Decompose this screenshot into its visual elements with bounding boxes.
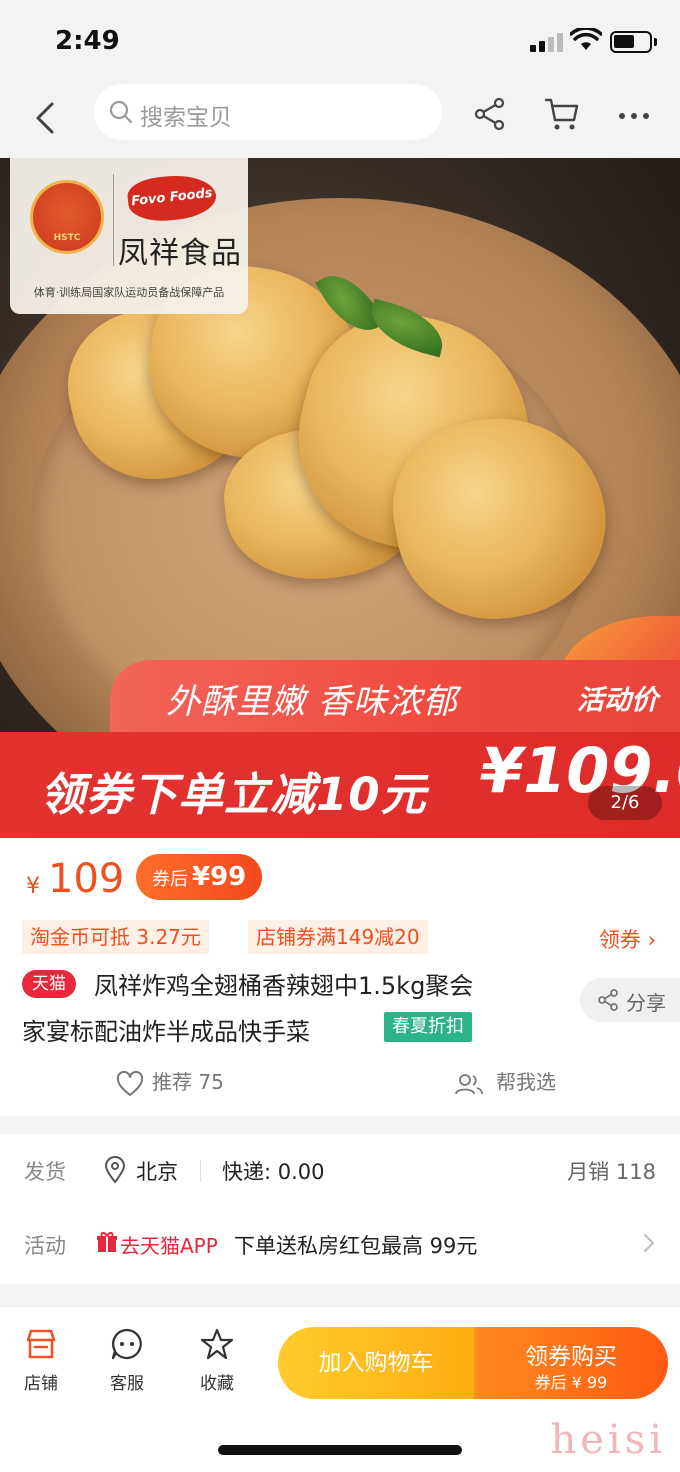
home-indicator[interactable] bbox=[218, 1445, 462, 1455]
brand-emblem-logo: HSTC bbox=[30, 180, 104, 254]
heart-icon bbox=[116, 1070, 144, 1096]
wifi-icon bbox=[570, 28, 602, 50]
brand-name: 凤祥食品 bbox=[118, 236, 242, 271]
store-coupon-tag[interactable]: 店铺券满149减20 bbox=[248, 920, 428, 954]
product-info: ¥ 109 券后 ¥99 淘金币可抵 3.27元 店铺券满149减20 领券 › … bbox=[0, 838, 680, 1116]
share-button[interactable]: 分享 bbox=[580, 978, 680, 1022]
watermark: heisi bbox=[550, 1417, 666, 1463]
product-image-carousel[interactable]: HSTC Fovo Foods 凤祥食品 体育·训练局国家队运动员备战保障产品 … bbox=[0, 158, 680, 838]
shop-icon bbox=[26, 1329, 56, 1359]
price-value: 109 bbox=[48, 856, 125, 902]
brand-badge: HSTC Fovo Foods 凤祥食品 体育·训练局国家队运动员备战保障产品 bbox=[10, 158, 248, 314]
chevron-right-icon bbox=[644, 1234, 655, 1252]
monthly-sales: 月销 118 bbox=[567, 1160, 656, 1184]
product-title-line1: 凤祥炸鸡全翅桶香辣翅中1.5kg聚会 bbox=[94, 972, 474, 1000]
search-placeholder: 搜索宝贝 bbox=[140, 105, 232, 131]
after-coupon-label: 券后 bbox=[152, 869, 188, 890]
service-chat-icon bbox=[111, 1328, 142, 1360]
share-icon bbox=[598, 989, 618, 1011]
share-icon[interactable] bbox=[472, 96, 508, 132]
go-tmall-app-link: 去天猫APP bbox=[120, 1234, 218, 1258]
promo-banner-bottom: 领券下单立减10元 ¥109.0 bbox=[0, 732, 680, 838]
buy-button-label: 领券购买 bbox=[525, 1344, 617, 1370]
shipping-section: 发货 北京 快递: 0.00 月销 118 活动 去天猫APP 下单送私房红包最… bbox=[0, 1134, 680, 1284]
promo-coupon-text: 领券下单立减10元 bbox=[40, 768, 427, 821]
get-coupon-link[interactable]: 领券 › bbox=[599, 924, 656, 954]
tab-favorite[interactable]: 收藏 bbox=[182, 1327, 252, 1394]
tab-customer-service[interactable]: 客服 bbox=[92, 1327, 162, 1394]
price-currency: ¥ bbox=[26, 874, 40, 899]
people-icon bbox=[455, 1073, 483, 1094]
search-input[interactable]: 搜索宝贝 bbox=[94, 84, 442, 140]
status-time: 2:49 bbox=[55, 26, 120, 56]
nav-bar: 搜索宝贝 bbox=[0, 84, 680, 158]
tmall-badge: 天猫 bbox=[22, 970, 76, 998]
share-label: 分享 bbox=[626, 991, 666, 1015]
spring-discount-badge: 春夏折扣 bbox=[384, 1012, 472, 1042]
tab-service-label: 客服 bbox=[110, 1374, 144, 1394]
battery-icon bbox=[610, 31, 657, 53]
star-icon bbox=[200, 1328, 234, 1360]
status-bar: 2:49 bbox=[0, 0, 680, 84]
taojinbi-tag[interactable]: 淘金币可抵 3.27元 bbox=[22, 920, 209, 954]
after-coupon-badge: 券后 ¥99 bbox=[136, 854, 263, 900]
promo-banner-top: 外酥里嫩 香味浓郁 活动价 bbox=[110, 660, 680, 732]
activity-price-label: 活动价 bbox=[577, 685, 658, 716]
ship-city: 北京 bbox=[136, 1160, 178, 1184]
activity-label: 活动 bbox=[24, 1234, 66, 1258]
activity-description: 下单送私房红包最高 99元 bbox=[234, 1234, 478, 1258]
back-icon[interactable] bbox=[30, 98, 62, 138]
location-pin-icon bbox=[104, 1156, 126, 1184]
promo-slogan: 外酥里嫩 香味浓郁 bbox=[166, 682, 458, 722]
buy-with-coupon-button[interactable]: 领券购买 券后 ¥ 99 bbox=[474, 1327, 668, 1399]
fovo-foods-logo: Fovo Foods bbox=[125, 171, 219, 225]
add-to-cart-button[interactable]: 加入购物车 bbox=[278, 1327, 474, 1399]
tab-favorite-label: 收藏 bbox=[200, 1374, 234, 1394]
cart-icon[interactable] bbox=[544, 96, 580, 132]
help-me-choose-label: 帮我选 bbox=[496, 1070, 556, 1094]
help-me-choose-button[interactable]: 帮我选 bbox=[454, 1066, 556, 1096]
recommend-button[interactable]: 推荐 75 bbox=[116, 1066, 224, 1097]
emblem-text: HSTC bbox=[53, 233, 81, 243]
signal-icon bbox=[530, 32, 564, 52]
search-icon bbox=[109, 100, 133, 124]
brand-tagline: 体育·训练局国家队运动员备战保障产品 bbox=[33, 286, 225, 299]
recommend-label: 推荐 75 bbox=[152, 1070, 224, 1094]
bottom-action-bar: 店铺 客服 收藏 加入购物车 领券购买 券后 ¥ 99 heisi bbox=[0, 1306, 680, 1472]
gift-icon bbox=[97, 1232, 117, 1252]
after-coupon-value: ¥99 bbox=[192, 862, 247, 892]
tab-shop[interactable]: 店铺 bbox=[6, 1327, 76, 1394]
more-icon[interactable] bbox=[616, 96, 652, 132]
carousel-pager: 2/6 bbox=[588, 786, 662, 820]
buy-button-price: 券后 ¥ 99 bbox=[534, 1373, 608, 1392]
express-fee: 快递: 0.00 bbox=[222, 1160, 325, 1184]
product-title-line2: 家宴标配油炸半成品快手菜 bbox=[22, 1018, 310, 1046]
ship-label: 发货 bbox=[24, 1160, 66, 1184]
tab-shop-label: 店铺 bbox=[24, 1374, 58, 1394]
